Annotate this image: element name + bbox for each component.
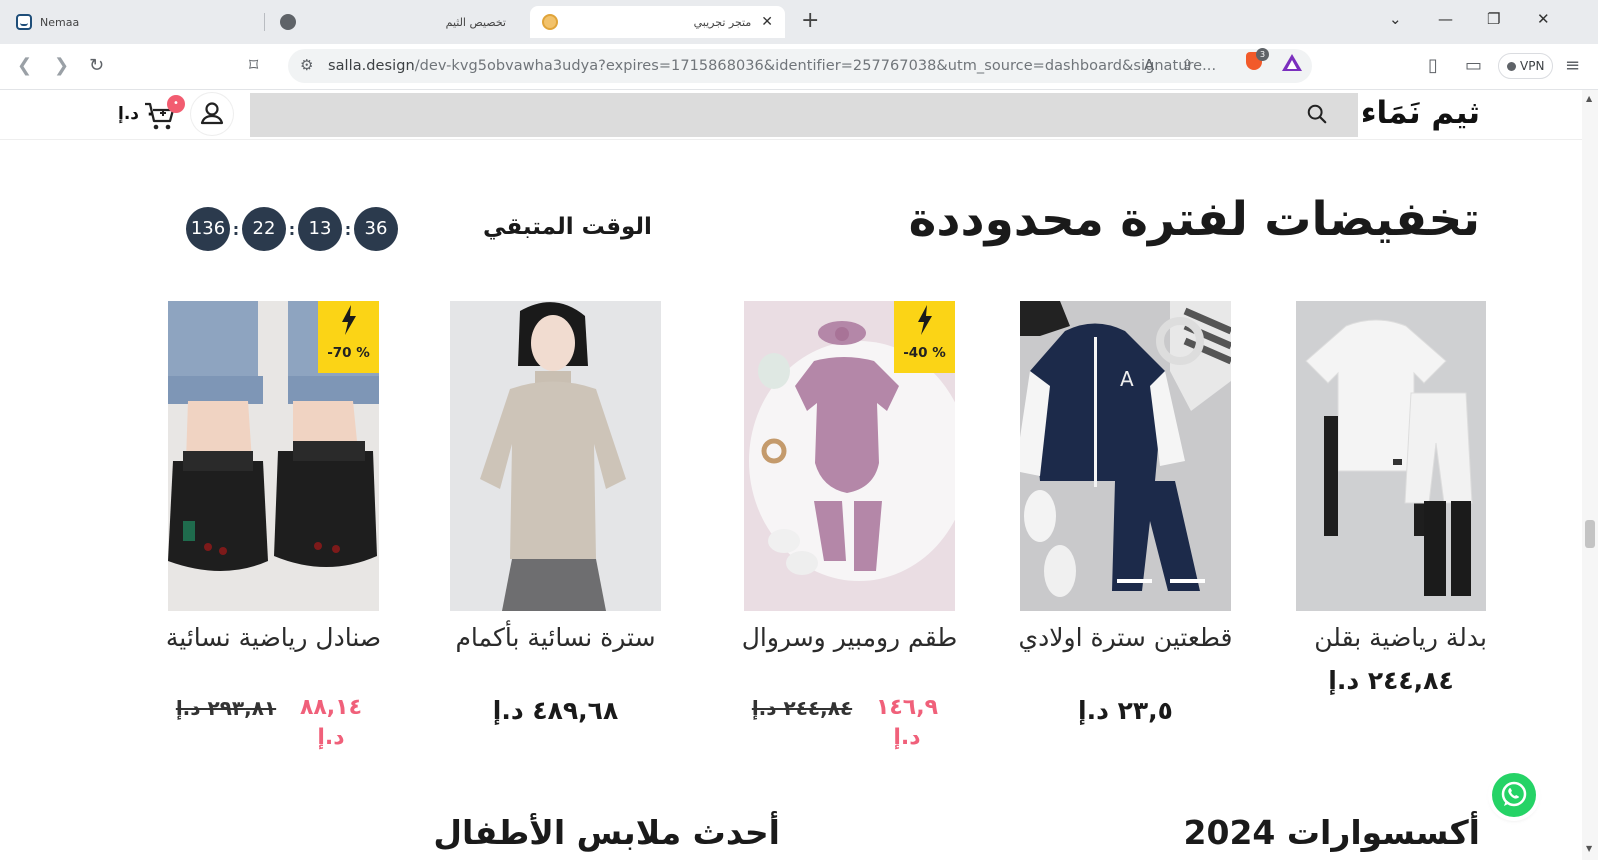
timer-minutes: 13 (298, 207, 342, 251)
discount-percent: -40 % (903, 345, 946, 361)
tab-search-chevron-icon[interactable]: ⌄ (1389, 10, 1402, 28)
product-price: ٢٣,٥ د.إ (1078, 696, 1173, 725)
page-viewport: ثيم نَمَاء • ٠ د.إ تخفيضات لفترة محدوددة… (0, 90, 1582, 860)
browser-tab-bar: Nemaa تخصيص الثيم متجر تجريبي ✕ + ⌄ — ❐ … (0, 0, 1598, 44)
whatsapp-button[interactable] (1492, 773, 1536, 817)
store-logo[interactable]: ثيم نَمَاء (1360, 95, 1480, 131)
svg-text:A: A (1120, 367, 1134, 391)
jacket-set-photo: A (1020, 301, 1231, 597)
lightning-icon (342, 305, 356, 335)
tab-title: تخصيص الثيم (445, 15, 506, 29)
bookmark-icon[interactable]: ⌑ (249, 55, 258, 76)
globe-icon (280, 14, 296, 30)
tab-divider (264, 13, 265, 31)
timer-days: 136 (186, 207, 230, 251)
sale-price: ١٤٦,٩ د.إ (875, 695, 939, 750)
timer-separator: : (344, 219, 352, 239)
cart-total: ٠ د.إ (118, 104, 156, 124)
account-button[interactable] (191, 93, 233, 135)
timer-hours: 22 (242, 207, 286, 251)
product-name[interactable]: طقم رومبير وسروال (724, 623, 975, 653)
product-name[interactable]: سترة نسائية بأكمام (430, 623, 681, 653)
timer-separator: : (232, 219, 240, 239)
brave-rewards-icon[interactable] (1282, 54, 1302, 71)
scroll-down-icon[interactable]: ▼ (1586, 844, 1592, 853)
cart-button[interactable]: • ٠ د.إ (118, 95, 188, 132)
restore-icon[interactable]: ❐ (1487, 10, 1500, 28)
original-price: ٢٤٤,٨٤ د.إ (751, 696, 853, 720)
product-name[interactable]: قطعتين سترة اولادي (1000, 623, 1251, 653)
product-image[interactable]: A (1020, 301, 1231, 611)
tab-theme-customize[interactable]: تخصيص الثيم (268, 6, 528, 38)
countdown-timer: 136 : 22 : 13 : 36 (186, 207, 398, 251)
url-host: salla.design (328, 58, 415, 74)
address-bar: ❮ ❯ ↻ ⌑ ⚙ salla.design/dev-kvg5obvawha3u… (0, 44, 1598, 90)
page-scrollbar[interactable]: ▲ ▼ (1582, 90, 1598, 860)
shields-count-badge: 3 (1256, 48, 1269, 61)
salla-favicon-icon (542, 14, 558, 30)
accessories-section-title: أكسسوارات 2024 (1183, 813, 1480, 852)
timer-seconds: 36 (354, 207, 398, 251)
tracksuit-photo (1305, 319, 1473, 596)
reload-icon[interactable]: ↻ (89, 55, 104, 76)
search-input[interactable] (250, 93, 1358, 137)
url-text[interactable]: salla.design/dev-kvg5obvawha3udya?expire… (328, 58, 1216, 74)
new-tab-button[interactable]: + (801, 9, 819, 33)
product-price: ٢٤٤,٨٤ د.إ (1328, 666, 1454, 695)
scroll-thumb[interactable] (1585, 520, 1595, 548)
tab-title: متجر تجريبي (693, 15, 752, 29)
scroll-up-icon[interactable]: ▲ (1586, 94, 1592, 103)
cart-count-badge: • (167, 95, 185, 113)
nemaa-favicon-icon (16, 14, 32, 30)
tab-title: Nemaa (40, 15, 80, 29)
minimize-icon[interactable]: — (1438, 10, 1453, 28)
vpn-button[interactable]: VPN (1498, 53, 1554, 79)
vpn-label: VPN (1520, 59, 1545, 73)
close-tab-icon[interactable]: ✕ (761, 14, 773, 30)
section-title: تخفيضات لفترة محدوددة (908, 192, 1480, 247)
wallet-icon[interactable]: ▭ (1465, 55, 1482, 76)
user-icon (200, 102, 224, 125)
menu-icon[interactable]: ≡ (1565, 55, 1580, 76)
site-header: ثيم نَمَاء • ٠ د.إ (0, 90, 1582, 140)
product-image[interactable] (1296, 301, 1486, 611)
product-image[interactable]: -40 % (744, 301, 955, 611)
forward-icon[interactable]: ❯ (54, 55, 69, 76)
discount-badge: -70 % (318, 301, 379, 373)
tab-nemaa[interactable]: Nemaa (6, 6, 264, 38)
search-icon[interactable] (1306, 103, 1328, 125)
whatsapp-icon (1501, 781, 1527, 807)
sale-price: ٨٨,١٤ د.إ (299, 695, 363, 750)
product-image[interactable] (450, 301, 661, 611)
share-icon[interactable]: ⇪ (1181, 56, 1194, 74)
sweater-photo (480, 302, 626, 611)
discount-percent: -70 % (327, 345, 370, 361)
translate-icon[interactable]: A (1144, 56, 1154, 74)
vpn-status-icon (1507, 62, 1516, 71)
kids-section-title: أحدث ملابس الأطفال (433, 813, 780, 852)
product-name[interactable]: بدلة رياضية بقلن (1266, 623, 1487, 653)
close-window-icon[interactable]: ✕ (1537, 10, 1550, 28)
tab-demo-store[interactable]: متجر تجريبي ✕ (530, 6, 785, 38)
product-image[interactable]: -70 % (168, 301, 379, 611)
sidebar-icon[interactable]: ▯ (1428, 55, 1438, 76)
back-icon[interactable]: ❮ (17, 55, 32, 76)
time-remaining-label: الوقت المتبقي (483, 214, 652, 240)
timer-separator: : (288, 219, 296, 239)
discount-badge: -40 % (894, 301, 955, 373)
lightning-icon (918, 305, 932, 335)
original-price: ٢٩٣,٨١ د.إ (175, 696, 277, 720)
omnibox[interactable]: ⚙ salla.design/dev-kvg5obvawha3udya?expi… (288, 49, 1312, 83)
product-name[interactable]: صنادل رياضية نسائية (148, 623, 399, 653)
url-path: /dev-kvg5obvawha3udya?expires=1715868036… (414, 58, 1217, 74)
site-settings-icon[interactable]: ⚙ (300, 56, 313, 74)
product-price: ٤٨٩,٦٨ د.إ (492, 696, 619, 725)
